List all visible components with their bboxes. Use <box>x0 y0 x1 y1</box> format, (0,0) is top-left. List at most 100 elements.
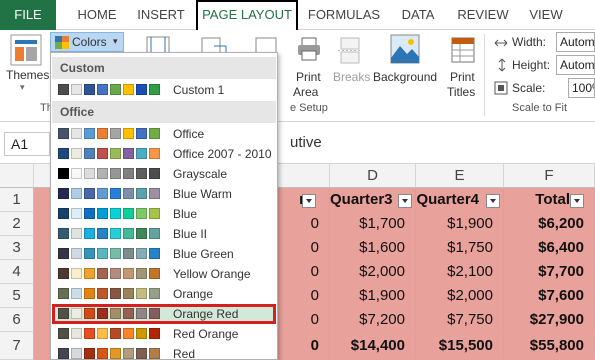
color-swatch <box>110 348 121 359</box>
cell-e3[interactable]: $1,750 <box>416 236 504 260</box>
height-label: Height: <box>512 58 551 72</box>
cell-d3[interactable]: $1,600 <box>330 236 416 260</box>
color-swatch <box>149 308 160 319</box>
row-header-3[interactable]: 3 <box>0 236 34 260</box>
tab-file[interactable]: FILE <box>0 0 56 30</box>
tab-insert[interactable]: INSERT <box>130 0 192 30</box>
color-swatch <box>123 328 134 339</box>
color-swatch <box>84 128 95 139</box>
color-swatch <box>110 248 121 259</box>
row-header-7[interactable]: 7 <box>0 332 34 360</box>
row-header-2[interactable]: 2 <box>0 212 34 236</box>
colors-button[interactable]: Colors ▾ <box>50 32 124 52</box>
color-swatch <box>84 188 95 199</box>
chevron-down-icon: ▾ <box>113 36 118 46</box>
theme-colors-red-orange[interactable]: Red Orange <box>52 324 276 344</box>
theme-colors-custom-1[interactable]: Custom 1 <box>52 80 276 100</box>
color-swatch <box>58 84 69 95</box>
color-swatch <box>84 248 95 259</box>
theme-colors-blue-warm[interactable]: Blue Warm <box>52 184 276 204</box>
width-select[interactable]: Autom <box>556 32 595 52</box>
breaks-icon <box>338 37 362 64</box>
theme-colors-label: Grayscale <box>173 167 228 181</box>
filter-dropdown-icon[interactable] <box>570 194 584 208</box>
row-header-6[interactable]: 6 <box>0 308 34 332</box>
column-header-f[interactable]: F <box>504 164 595 188</box>
color-swatch <box>84 348 95 359</box>
cell-c3[interactable]: 0 <box>278 236 330 260</box>
color-swatch <box>97 228 108 239</box>
row-header-4[interactable]: 4 <box>0 260 34 284</box>
color-swatch <box>149 148 160 159</box>
name-box[interactable]: A1 <box>4 132 50 156</box>
cell-f3[interactable]: $6,400 <box>504 236 595 260</box>
cell-f7[interactable]: $55,800 <box>504 334 595 358</box>
color-swatch <box>84 228 95 239</box>
column-header-d[interactable]: D <box>330 164 416 188</box>
filter-dropdown-icon[interactable] <box>302 194 316 208</box>
theme-colors-label: Blue <box>173 207 198 221</box>
cell-d6[interactable]: $7,200 <box>330 308 416 332</box>
theme-colors-grayscale[interactable]: Grayscale <box>52 164 276 184</box>
tab-data[interactable]: DATA <box>396 0 440 30</box>
tab-home[interactable]: HOME <box>66 0 128 30</box>
column-header-e[interactable]: E <box>416 164 504 188</box>
cell-d2[interactable]: $1,700 <box>330 212 416 236</box>
tab-formulas[interactable]: FORMULAS <box>304 0 384 30</box>
color-swatch <box>110 84 121 95</box>
cell-c7[interactable]: 0 <box>278 334 330 358</box>
select-all-corner[interactable] <box>0 164 34 188</box>
theme-colors-office[interactable]: Office <box>52 124 276 144</box>
color-swatch <box>149 348 160 359</box>
tab-page-layout[interactable]: PAGE LAYOUT <box>196 0 298 30</box>
theme-colors-red[interactable]: Red <box>52 344 276 359</box>
row-header-1[interactable]: 1 <box>0 188 34 212</box>
tab-view[interactable]: VIEW <box>524 0 568 30</box>
breaks-label: Breaks <box>333 70 371 84</box>
cell-c2[interactable]: 0 <box>278 212 330 236</box>
formula-input[interactable]: utive <box>290 134 322 151</box>
color-swatch <box>97 348 108 359</box>
height-icon <box>498 58 506 72</box>
theme-colors-office-2007-2010[interactable]: Office 2007 - 2010 <box>52 144 276 164</box>
height-select[interactable]: Autom <box>556 55 595 75</box>
color-swatch <box>123 84 134 95</box>
filter-dropdown-icon[interactable] <box>486 194 500 208</box>
theme-colors-label: Orange Red <box>173 307 239 321</box>
cell-e5[interactable]: $2,000 <box>416 284 504 308</box>
theme-colors-blue-ii[interactable]: Blue II <box>52 224 276 244</box>
print-titles-icon <box>451 37 475 63</box>
filter-dropdown-icon[interactable] <box>398 194 412 208</box>
cell-e7[interactable]: $15,500 <box>416 334 504 358</box>
row-header-5[interactable]: 5 <box>0 284 34 308</box>
cell-d5[interactable]: $1,900 <box>330 284 416 308</box>
cell-f5[interactable]: $7,600 <box>504 284 595 308</box>
page-setup-group-label: e Setup <box>290 102 328 114</box>
cell-e6[interactable]: $7,750 <box>416 308 504 332</box>
color-swatch <box>149 128 160 139</box>
color-swatch <box>136 128 147 139</box>
cell-d4[interactable]: $2,000 <box>330 260 416 284</box>
tab-review[interactable]: REVIEW <box>454 0 512 30</box>
color-swatch <box>110 268 121 279</box>
theme-colors-label: Office 2007 - 2010 <box>173 147 272 161</box>
color-swatch <box>136 248 147 259</box>
scale-label: Scale: <box>512 81 546 95</box>
theme-colors-blue-green[interactable]: Blue Green <box>52 244 276 264</box>
cell-c5[interactable]: 0 <box>278 284 330 308</box>
cell-c6[interactable]: 0 <box>278 308 330 332</box>
cell-f2[interactable]: $6,200 <box>504 212 595 236</box>
theme-colors-blue[interactable]: Blue <box>52 204 276 224</box>
cell-f4[interactable]: $7,700 <box>504 260 595 284</box>
theme-colors-orange[interactable]: Orange <box>52 284 276 304</box>
color-swatch <box>149 208 160 219</box>
cell-c4[interactable]: 0 <box>278 260 330 284</box>
cell-e2[interactable]: $1,900 <box>416 212 504 236</box>
cell-d7[interactable]: $14,400 <box>330 334 416 358</box>
theme-colors-yellow-orange[interactable]: Yellow Orange <box>52 264 276 284</box>
scale-input[interactable]: 100% <box>568 78 595 98</box>
cell-e4[interactable]: $2,100 <box>416 260 504 284</box>
theme-colors-orange-red[interactable]: Orange Red <box>52 304 276 324</box>
color-swatch <box>123 148 134 159</box>
cell-f6[interactable]: $27,900 <box>504 308 595 332</box>
